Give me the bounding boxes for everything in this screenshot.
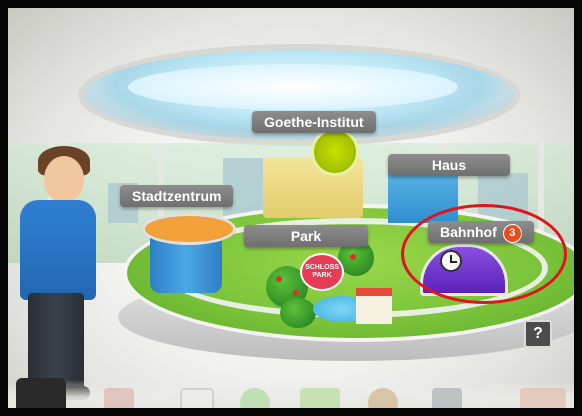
person-icon[interactable] bbox=[368, 388, 398, 408]
people-icon[interactable] bbox=[520, 388, 566, 408]
ceiling-skylight bbox=[128, 64, 458, 110]
notebook-icon[interactable] bbox=[104, 388, 134, 408]
location-label-text: Stadtzentrum bbox=[132, 188, 222, 204]
location-label-text: Goethe-Institut bbox=[264, 114, 364, 130]
stadtzentrum-roof bbox=[142, 213, 236, 245]
park-tree bbox=[280, 298, 316, 328]
apple-icon bbox=[276, 276, 282, 282]
notification-badge: 3 bbox=[502, 223, 522, 243]
phone-icon[interactable] bbox=[180, 388, 214, 408]
park-sign[interactable]: SCHLOSS PARK bbox=[300, 253, 344, 291]
chat-bubble-icon[interactable] bbox=[240, 388, 270, 408]
location-label-goethe-institut[interactable]: Goethe-Institut bbox=[252, 111, 376, 133]
character-body bbox=[20, 200, 96, 300]
foreground-chair bbox=[16, 378, 66, 408]
location-label-text: Bahnhof bbox=[440, 224, 497, 240]
apple-icon bbox=[350, 254, 356, 260]
location-label-bahnhof[interactable]: Bahnhof 3 bbox=[428, 221, 534, 243]
location-label-text: Park bbox=[290, 228, 322, 244]
bottom-toolbar bbox=[8, 380, 574, 408]
board-icon[interactable] bbox=[300, 388, 340, 408]
bahnhof-highlight-ring bbox=[401, 204, 567, 304]
location-label-text: Haus bbox=[431, 157, 467, 173]
goethe-logo-icon bbox=[311, 128, 359, 176]
location-label-haus[interactable]: Haus bbox=[388, 154, 510, 176]
desk-icon[interactable] bbox=[432, 388, 462, 408]
kiosk-building bbox=[356, 288, 392, 324]
location-label-park[interactable]: Park bbox=[244, 225, 368, 247]
help-button[interactable]: ? bbox=[524, 320, 552, 348]
game-scene: SCHLOSS PARK Goethe-Institut Haus Stadtz… bbox=[0, 0, 582, 416]
character-head bbox=[44, 156, 84, 202]
apple-icon bbox=[293, 290, 299, 296]
location-label-stadtzentrum[interactable]: Stadtzentrum bbox=[120, 185, 234, 207]
